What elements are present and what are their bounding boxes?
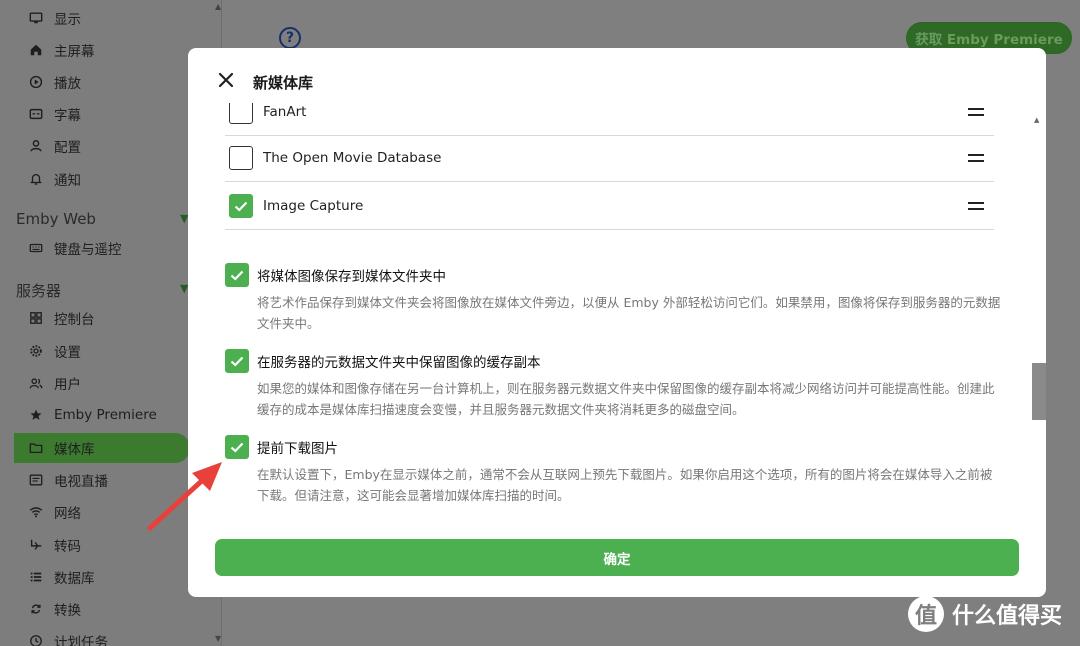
sidebar-item-database[interactable]: 数据库 <box>14 562 214 592</box>
dashboard-icon <box>28 310 44 326</box>
sidebar-item-users[interactable]: 用户 <box>14 368 214 398</box>
checkmark-icon <box>234 201 248 212</box>
sidebar-item-label: 计划任务 <box>54 635 108 646</box>
sidebar-item-label: 播放 <box>54 76 81 92</box>
sidebar-item-notifications[interactable]: 通知 <box>14 164 214 194</box>
sidebar-item-emby-premiere[interactable]: Emby Premiere <box>14 400 214 430</box>
fetcher-checkbox[interactable] <box>229 193 253 218</box>
sidebar-item-playback[interactable]: 播放 <box>14 67 214 97</box>
bell-icon <box>28 171 44 187</box>
database-icon <box>28 569 44 585</box>
sidebar-item-label: Emby Premiere <box>54 407 157 423</box>
monitor-icon <box>28 10 44 26</box>
image-fetcher-row: Image Capture <box>225 182 994 230</box>
option-save-artwork: 将媒体图像保存到媒体文件夹中 将艺术作品保存到媒体文件夹会将图像放在媒体文件旁边… <box>225 263 1000 334</box>
close-icon[interactable] <box>216 70 236 90</box>
fetcher-label: FanArt <box>263 103 307 120</box>
sidebar-item-label: 通知 <box>54 173 81 189</box>
option-cache-images: 在服务器的元数据文件夹中保留图像的缓存副本 如果您的媒体和图像存储在另一台计算机… <box>225 349 995 420</box>
users-icon <box>28 375 44 391</box>
checkmark-icon <box>230 442 244 453</box>
image-fetcher-row: FanArt <box>225 103 994 136</box>
option-description: 将艺术作品保存到媒体文件夹会将图像放在媒体文件旁边，以便从 Emby 外部轻松访… <box>257 295 1001 331</box>
sidebar-item-home[interactable]: 主屏幕 <box>14 35 214 65</box>
option-download-images-in-advance: 提前下载图片 在默认设置下，Emby在显示媒体之前，通常不会从互联网上预先下载图… <box>225 435 995 506</box>
clock-icon <box>28 633 44 646</box>
help-icon[interactable]: ? <box>279 27 301 49</box>
sidebar-item-display[interactable]: 显示 <box>14 3 214 33</box>
sidebar-item-label: 配置 <box>54 140 81 156</box>
sidebar-item-label: 显示 <box>54 12 81 28</box>
sidebar-scroll-up-icon[interactable]: ▲ <box>215 2 221 11</box>
transcode-icon <box>28 537 44 553</box>
fetcher-label: The Open Movie Database <box>263 149 442 166</box>
sidebar-item-dashboard[interactable]: 控制台 <box>14 303 214 333</box>
annotation-arrow-icon <box>147 462 222 531</box>
drag-handle-icon[interactable] <box>968 107 984 116</box>
sidebar-item-scheduled-tasks[interactable]: 计划任务 <box>14 626 214 646</box>
fetcher-checkbox[interactable] <box>229 103 253 124</box>
sidebar-scroll-down-icon[interactable]: ▼ <box>215 634 221 643</box>
person-icon <box>28 138 44 154</box>
drag-handle-icon[interactable] <box>968 153 984 162</box>
sidebar-item-convert[interactable]: 转换 <box>14 594 214 624</box>
wifi-icon <box>28 504 44 520</box>
watermark: 值 什么值得买 <box>908 596 1062 632</box>
sidebar-item-label: 数据库 <box>54 571 95 587</box>
sidebar-section-emby-web[interactable]: Emby Web <box>16 210 96 228</box>
fetcher-label: Image Capture <box>263 197 364 214</box>
tv-guide-icon <box>28 472 44 488</box>
sidebar-item-label: 字幕 <box>54 108 81 124</box>
drag-handle-icon[interactable] <box>968 201 984 210</box>
sidebar-section-server[interactable]: 服务器 <box>16 280 61 301</box>
sidebar-item-profile[interactable]: 配置 <box>14 131 214 161</box>
sidebar-item-label: 电视直播 <box>54 474 108 490</box>
dialog-title: 新媒体库 <box>253 74 314 92</box>
sidebar-item-label: 设置 <box>54 345 81 361</box>
sidebar-item-label: 转码 <box>54 539 81 555</box>
dialog-content: FanArt The Open Movie Database Image Cap… <box>188 103 1046 523</box>
play-circle-icon <box>28 74 44 90</box>
sidebar-item-keyboard[interactable]: 键盘与遥控 <box>14 233 214 263</box>
watermark-text: 什么值得买 <box>952 604 1063 629</box>
cache-images-checkbox[interactable] <box>225 349 249 373</box>
option-description: 在默认设置下，Emby在显示媒体之前，通常不会从互联网上预先下载图片。如果你启用… <box>257 467 993 503</box>
sidebar-item-settings[interactable]: 设置 <box>14 336 214 366</box>
sidebar-item-label: 媒体库 <box>54 442 95 458</box>
subtitles-icon <box>28 106 44 122</box>
new-library-dialog: 新媒体库 ▲ FanArt The Open Movie Database Im… <box>188 48 1046 597</box>
sidebar-item-label: 主屏幕 <box>54 44 95 60</box>
watermark-logo: 值 <box>908 596 944 632</box>
save-artwork-checkbox[interactable] <box>225 263 249 287</box>
option-title[interactable]: 在服务器的元数据文件夹中保留图像的缓存副本 <box>257 351 541 371</box>
sidebar-item-subtitles[interactable]: 字幕 <box>14 99 214 129</box>
star-icon <box>28 407 44 423</box>
option-description: 如果您的媒体和图像存储在另一台计算机上，则在服务器元数据文件夹中保留图像的缓存副… <box>257 381 995 417</box>
keyboard-icon <box>28 240 44 256</box>
sidebar-item-label: 用户 <box>54 377 81 393</box>
checkmark-icon <box>230 356 244 367</box>
gear-icon <box>28 343 44 359</box>
ok-button[interactable]: 确定 <box>215 539 1019 576</box>
option-title[interactable]: 将媒体图像保存到媒体文件夹中 <box>257 265 446 285</box>
image-fetcher-row: The Open Movie Database <box>225 134 994 182</box>
sidebar-item-label: 键盘与遥控 <box>54 242 122 258</box>
folder-icon <box>28 440 44 456</box>
sidebar-item-label: 转换 <box>54 603 81 619</box>
checkmark-icon <box>230 270 244 281</box>
convert-icon <box>28 601 44 617</box>
fetcher-checkbox[interactable] <box>229 145 253 170</box>
sidebar-item-label: 控制台 <box>54 312 95 328</box>
home-icon <box>28 42 44 58</box>
option-title[interactable]: 提前下载图片 <box>257 437 338 457</box>
sidebar-item-label: 网络 <box>54 506 81 522</box>
